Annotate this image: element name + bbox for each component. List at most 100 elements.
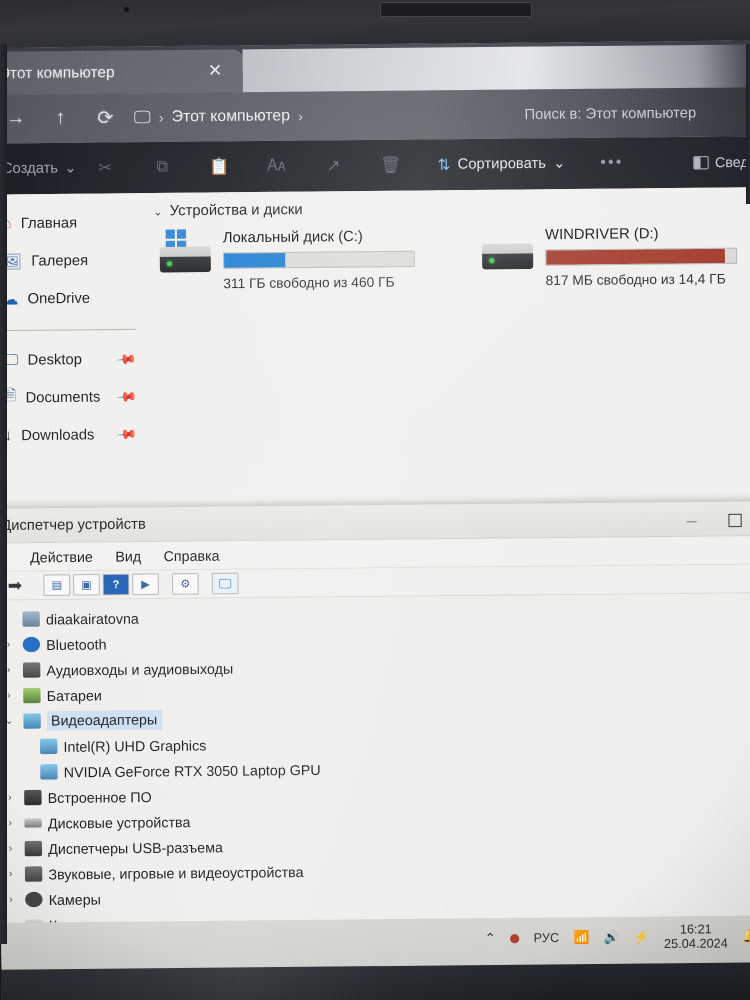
window-controls: [670, 501, 750, 537]
chevron-down-icon: ⌄: [64, 160, 77, 177]
sidebar-item-onedrive[interactable]: ☁ OneDrive: [0, 279, 146, 318]
tree-node-label: Аудиовходы и аудиовыходы: [46, 659, 234, 679]
add-legacy-icon[interactable]: ⚙: [171, 573, 199, 595]
pin-icon[interactable]: 📌: [114, 347, 137, 370]
scan-icon[interactable]: ▣: [73, 574, 100, 596]
tree-node-label: Диспетчеры USB-разъема: [48, 838, 224, 857]
toolbar-separator: [202, 573, 209, 594]
chevron-up-icon[interactable]: ⌃: [485, 930, 496, 946]
trash-icon[interactable]: 🗑: [362, 155, 419, 176]
webcam-icon: [124, 7, 129, 12]
sort-button[interactable]: ⇅ Сортировать ⌄: [438, 154, 566, 174]
sidebar-item-desktop[interactable]: 🖵 Desktop 📌: [0, 340, 147, 379]
sidebar-item-home[interactable]: ⌂ Главная: [0, 203, 145, 242]
menu-item-view[interactable]: Вид: [115, 548, 141, 565]
lid-latch: [380, 2, 532, 17]
new-tab-icon[interactable]: +: [264, 58, 283, 78]
bell-icon[interactable]: 🔔: [742, 928, 750, 943]
device-category-icon: [39, 738, 58, 755]
file-list-area: ⌄ Устройства и диски Локальный диск (C:)…: [145, 187, 750, 507]
windows-drive-icon: [159, 229, 214, 292]
file-explorer-window: Этот компьютер ✕ + → ↑ ⟳ 🖵 › Этот компью…: [0, 40, 750, 509]
drive-name: WINDRIVER (D:): [545, 225, 659, 244]
language-indicator[interactable]: РУС: [534, 931, 560, 946]
rename-icon[interactable]: 🗛: [248, 157, 305, 176]
update-driver-icon[interactable]: ▶: [132, 573, 159, 596]
battery-icon[interactable]: ⚡: [634, 929, 650, 944]
sidebar-item-downloads[interactable]: ↓ Downloads 📌: [0, 415, 147, 454]
properties-icon[interactable]: ▤: [43, 574, 71, 596]
new-button-label: Создать: [1, 160, 59, 178]
minimize-icon[interactable]: [670, 512, 713, 528]
device-category-icon: [24, 818, 42, 828]
sort-arrows-icon: ⇅: [437, 156, 451, 174]
new-button[interactable]: Создать ⌄: [0, 160, 77, 177]
breadcrumb[interactable]: Этот компьютер: [172, 107, 290, 126]
sidebar-item-documents[interactable]: 🗎 Documents 📌: [0, 378, 147, 417]
drive-free-space: 817 МБ свободно из 14,4 ГБ: [545, 271, 726, 289]
monitor-icon[interactable]: 🖵: [211, 572, 239, 595]
toolbar-separator: [162, 573, 169, 594]
search-input[interactable]: Поиск в: Этот компьютер: [477, 100, 744, 129]
tree-node-label: Intel(R) UHD Graphics: [63, 736, 207, 755]
copy-icon[interactable]: ⧉: [134, 158, 191, 177]
system-tray: ⌃ РУС 📶 🔊 ⚡ 16:21 25.04.2024 🔔: [485, 922, 750, 953]
group-header-devices-and-drives[interactable]: ⌄ Устройства и диски: [145, 197, 750, 220]
help-icon[interactable]: ?: [102, 573, 130, 596]
tree-node-label: diaakairatovna: [45, 609, 139, 628]
clock-time: 16:21: [679, 922, 712, 937]
menu-item-action[interactable]: Действие: [30, 548, 93, 565]
arrow-up-icon[interactable]: ↑: [38, 107, 83, 130]
tree-node-label: Видеоадаптеры: [46, 710, 163, 731]
record-dot-icon[interactable]: [510, 933, 520, 943]
chevron-down-icon: ⌄: [553, 155, 566, 172]
scissors-icon[interactable]: ✂: [76, 158, 133, 179]
monitor-icon[interactable]: 🖵: [134, 107, 151, 128]
tree-node-label: Bluetooth: [46, 635, 107, 653]
maximize-icon[interactable]: [713, 511, 750, 527]
tab-this-pc[interactable]: Этот компьютер ✕: [0, 49, 243, 95]
device-category-icon: [25, 891, 43, 908]
sidebar-item-label: Desktop: [27, 351, 82, 369]
menu-item-help[interactable]: Справка: [163, 547, 219, 564]
device-category-icon: [22, 636, 41, 653]
laptop-bezel-right: [746, 44, 750, 204]
tree-node-label: Камеры: [48, 890, 101, 908]
device-manager-window: Диспетчер устройств йл Действие Вид Спра…: [0, 501, 750, 1000]
taskbar: ⌃ РУС 📶 🔊 ⚡ 16:21 25.04.2024 🔔: [0, 915, 750, 1000]
sidebar-item-label: Главная: [20, 214, 78, 232]
search-placeholder: Поиск в: Этот компьютер: [524, 105, 697, 124]
wifi-icon[interactable]: 📶: [573, 930, 589, 945]
refresh-icon[interactable]: ⟳: [83, 106, 128, 130]
more-options-button[interactable]: •••: [600, 154, 623, 173]
device-category-icon: [24, 866, 43, 882]
device-category-icon: [23, 687, 41, 704]
drive-item-c[interactable]: Локальный диск (C:) 311 ГБ свободно из 4…: [159, 227, 416, 292]
capacity-bar: [222, 250, 415, 269]
pin-icon[interactable]: 📌: [115, 385, 137, 408]
laptop-keyboard-deck: [1, 962, 750, 1000]
sidebar-item-label: OneDrive: [27, 290, 91, 307]
explorer-body: ⌂ Главная 🖼 Галерея ☁ OneDrive 🖵 De: [0, 187, 750, 509]
details-pane-button[interactable]: Сведе: [693, 154, 750, 171]
volume-icon[interactable]: 🔊: [604, 930, 620, 945]
capacity-bar-fill: [546, 248, 725, 265]
tree-node-label: Батареи: [46, 686, 102, 704]
device-manager-titlebar[interactable]: Диспетчер устройств: [0, 501, 750, 544]
toolbar-separator: [33, 575, 40, 596]
capacity-bar-fill: [224, 252, 285, 268]
navigation-pane: ⌂ Главная 🖼 Галерея ☁ OneDrive 🖵 De: [0, 193, 148, 509]
share-icon[interactable]: ↗: [305, 155, 362, 176]
close-icon[interactable]: ✕: [206, 61, 225, 81]
tree-node-label: NVIDIA GeForce RTX 3050 Laptop GPU: [63, 761, 321, 780]
sidebar-item-gallery[interactable]: 🖼 Галерея: [0, 241, 146, 280]
drive-item-d[interactable]: WINDRIVER (D:) 817 МБ свободно из 14,4 Г…: [481, 224, 738, 289]
breadcrumb-separator-2: ›: [298, 107, 303, 125]
screen-content: Этот компьютер ✕ + → ↑ ⟳ 🖵 › Этот компью…: [0, 40, 750, 1000]
explorer-titlebar: Этот компьютер ✕ +: [0, 40, 750, 95]
pin-icon[interactable]: 📌: [115, 423, 138, 446]
breadcrumb-separator: ›: [158, 109, 164, 126]
clock[interactable]: 16:21 25.04.2024: [664, 922, 728, 951]
paste-icon[interactable]: 📋: [191, 156, 248, 177]
sidebar-item-label: Галерея: [31, 252, 89, 270]
